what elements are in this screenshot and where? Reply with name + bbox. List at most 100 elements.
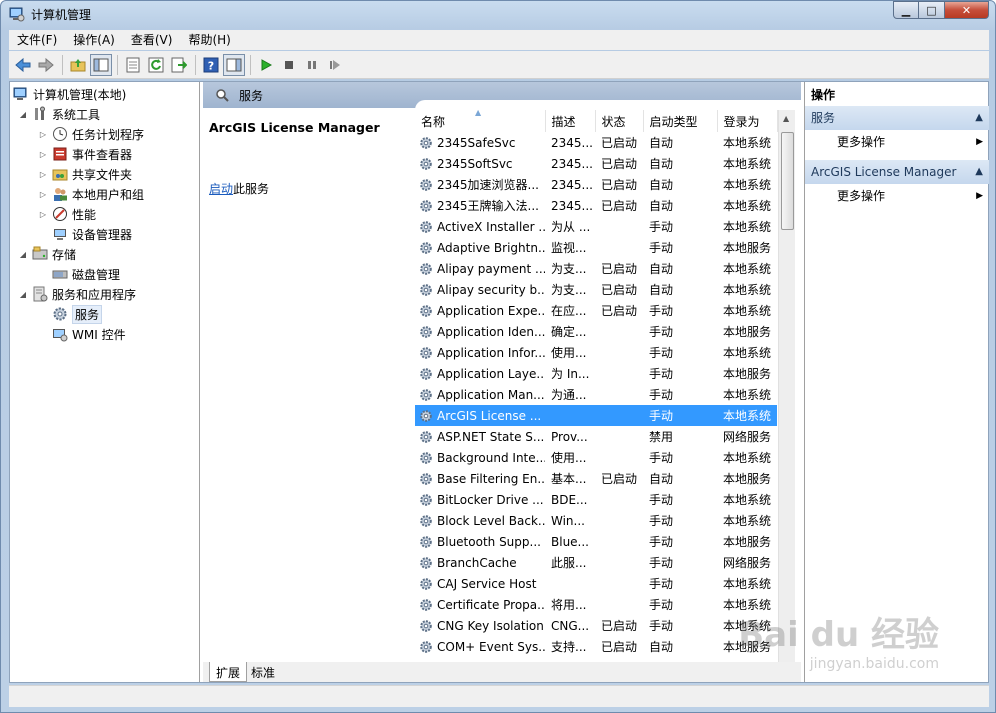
table-row[interactable]: Certificate Propa... 将用... 手动 本地系统 <box>415 594 777 615</box>
vertical-scrollbar[interactable]: ▲ <box>778 110 795 668</box>
export-button[interactable] <box>122 54 144 76</box>
tab-extended[interactable]: 扩展 <box>209 662 248 682</box>
maximize-button[interactable]: □ <box>919 1 945 19</box>
scroll-up-arrow-icon[interactable]: ▲ <box>783 114 789 123</box>
stop-service-button[interactable] <box>278 54 300 76</box>
table-row[interactable]: Application Infor... 使用... 手动 本地系统 <box>415 342 777 363</box>
help-button[interactable]: ? <box>200 54 222 76</box>
cell-status: 已启动 <box>601 472 638 486</box>
column-header-description[interactable]: 描述 <box>545 110 596 132</box>
forward-button[interactable] <box>35 54 57 76</box>
tree-item-task-scheduler[interactable]: ▷ 任务计划程序 <box>38 124 144 144</box>
cell-description: 使用... <box>551 451 587 465</box>
tree-item-wmi[interactable]: WMI 控件 <box>52 324 126 344</box>
table-row[interactable]: Application Man... 为通... 手动 本地系统 <box>415 384 777 405</box>
start-service-button[interactable] <box>255 54 277 76</box>
gear-icon <box>420 472 432 485</box>
table-row[interactable]: 2345王牌输入法... 2345... 已启动 自动 本地系统 <box>415 195 777 216</box>
column-header-logon-as[interactable]: 登录为 <box>717 110 778 132</box>
table-row[interactable]: COM+ Event Sys... 支持... 已启动 自动 本地服务 <box>415 636 777 657</box>
tree-item-performance[interactable]: ▷ 性能 <box>38 204 96 224</box>
expand-arrow-icon[interactable]: ▷ <box>38 130 48 139</box>
table-row[interactable]: CAJ Service Host 手动 本地系统 <box>415 573 777 594</box>
minimize-button[interactable]: ▁ <box>893 1 919 19</box>
start-icon <box>261 58 272 71</box>
cell-startup: 自动 <box>649 136 674 150</box>
expand-arrow-icon[interactable]: ▷ <box>38 170 48 179</box>
table-row[interactable]: BitLocker Drive ... BDE... 手动 本地系统 <box>415 489 777 510</box>
collapse-arrow-icon[interactable]: ◢ <box>18 250 28 259</box>
expand-arrow-icon[interactable]: ▷ <box>38 190 48 199</box>
table-row[interactable]: ArcGIS License ... 手动 本地系统 <box>415 405 777 426</box>
table-row[interactable]: ASP.NET State S... Prov... 禁用 网络服务 <box>415 426 777 447</box>
close-button[interactable]: ✕ <box>945 1 989 19</box>
table-row[interactable]: Application Laye... 为 In... 手动 本地服务 <box>415 363 777 384</box>
column-header-status[interactable]: 状态 <box>595 110 644 132</box>
table-row[interactable]: 2345SafeSvc 2345... 已启动 自动 本地系统 <box>415 132 777 153</box>
service-name: Alipay payment ... <box>437 261 545 276</box>
cell-name: Alipay security b... <box>415 279 545 300</box>
menu-action[interactable]: 操作(A) <box>65 30 123 50</box>
expand-arrow-icon[interactable]: ▷ <box>38 150 48 159</box>
back-button[interactable] <box>12 54 34 76</box>
actions-section-services[interactable]: 服务 ▲ <box>805 106 989 130</box>
tree-item-storage[interactable]: ◢ 存储 <box>18 244 76 264</box>
start-service-link[interactable]: 启动 <box>209 182 233 196</box>
tree-item-local-users[interactable]: ▷ 本地用户和组 <box>38 184 144 204</box>
more-actions-services[interactable]: 更多操作 ▶ <box>805 130 989 154</box>
tree-item-shared-folders[interactable]: ▷ 共享文件夹 <box>38 164 132 184</box>
table-row[interactable]: Alipay payment ... 为支... 已启动 自动 本地系统 <box>415 258 777 279</box>
cell-description: 此服... <box>551 556 587 570</box>
gear-icon <box>420 346 432 359</box>
table-row[interactable]: Background Inte... 使用... 手动 本地系统 <box>415 447 777 468</box>
collapse-arrow-icon[interactable]: ◢ <box>18 290 28 299</box>
actions-section-arcgis[interactable]: ArcGIS License Manager ▲ <box>805 160 989 184</box>
table-row[interactable]: Application Iden... 确定... 手动 本地服务 <box>415 321 777 342</box>
up-folder-button[interactable] <box>67 54 89 76</box>
action-pane-button[interactable] <box>223 53 245 76</box>
table-row[interactable]: Alipay security b... 为支... 已启动 自动 本地系统 <box>415 279 777 300</box>
cell-startup: 自动 <box>649 262 674 276</box>
tree-item-system-tools[interactable]: ◢ 系统工具 <box>18 104 100 124</box>
tree-label: 本地用户和组 <box>72 187 145 202</box>
table-row[interactable]: Base Filtering En... 基本... 已启动 自动 本地服务 <box>415 468 777 489</box>
menu-file[interactable]: 文件(F) <box>9 30 65 50</box>
tree-item-services[interactable]: 服务 <box>52 304 103 324</box>
table-row[interactable]: Adaptive Brightn... 监视... 手动 本地服务 <box>415 237 777 258</box>
cell-description <box>545 573 595 594</box>
scrollbar-thumb[interactable] <box>781 132 794 230</box>
cell-description: 使用... <box>551 346 587 360</box>
table-row[interactable]: BranchCache 此服... 手动 网络服务 <box>415 552 777 573</box>
refresh-button[interactable] <box>145 54 167 76</box>
tree-item-services-apps[interactable]: ◢ 服务和应用程序 <box>18 284 136 304</box>
table-row[interactable]: ActiveX Installer ... 为从 ... 手动 本地系统 <box>415 216 777 237</box>
tab-standard[interactable]: 标准 <box>245 662 281 682</box>
table-row[interactable]: Block Level Back... Win... 手动 本地系统 <box>415 510 777 531</box>
export-list-button[interactable] <box>168 54 190 76</box>
column-header-name[interactable]: ▲ 名称 <box>415 108 546 132</box>
more-actions-arcgis[interactable]: 更多操作 ▶ <box>805 184 989 208</box>
menu-view[interactable]: 查看(V) <box>123 30 181 50</box>
gear-icon <box>420 577 432 590</box>
tree-item-root[interactable]: 计算机管理(本地) <box>13 84 126 104</box>
tree-item-device-manager[interactable]: 设备管理器 <box>52 224 132 244</box>
device-manager-icon <box>54 229 66 240</box>
collapse-arrow-icon[interactable]: ◢ <box>18 110 28 119</box>
table-row[interactable]: 2345加速浏览器... 2345... 已启动 自动 本地系统 <box>415 174 777 195</box>
restart-service-button[interactable] <box>324 54 346 76</box>
table-row[interactable]: Bluetooth Supp... Blue... 手动 本地服务 <box>415 531 777 552</box>
expand-arrow-icon[interactable]: ▷ <box>38 210 48 219</box>
collapse-up-icon[interactable]: ▲ <box>975 160 983 184</box>
toolbar-separator <box>117 54 118 75</box>
tree-item-disk-management[interactable]: 磁盘管理 <box>52 264 120 284</box>
table-row[interactable]: 2345SoftSvc 2345... 已启动 自动 本地系统 <box>415 153 777 174</box>
title-bar[interactable]: 计算机管理 ▁ □ ✕ <box>1 1 995 27</box>
table-row[interactable]: CNG Key Isolation CNG... 已启动 手动 本地系统 <box>415 615 777 636</box>
column-header-startup-type[interactable]: 启动类型 <box>643 110 718 132</box>
table-row[interactable]: Application Expe... 在应... 已启动 手动 本地系统 <box>415 300 777 321</box>
show-hide-tree-button[interactable] <box>90 53 112 76</box>
tree-item-event-viewer[interactable]: ▷ 事件查看器 <box>38 144 132 164</box>
collapse-up-icon[interactable]: ▲ <box>975 106 983 130</box>
menu-help[interactable]: 帮助(H) <box>180 30 238 50</box>
pause-service-button[interactable] <box>301 54 323 76</box>
